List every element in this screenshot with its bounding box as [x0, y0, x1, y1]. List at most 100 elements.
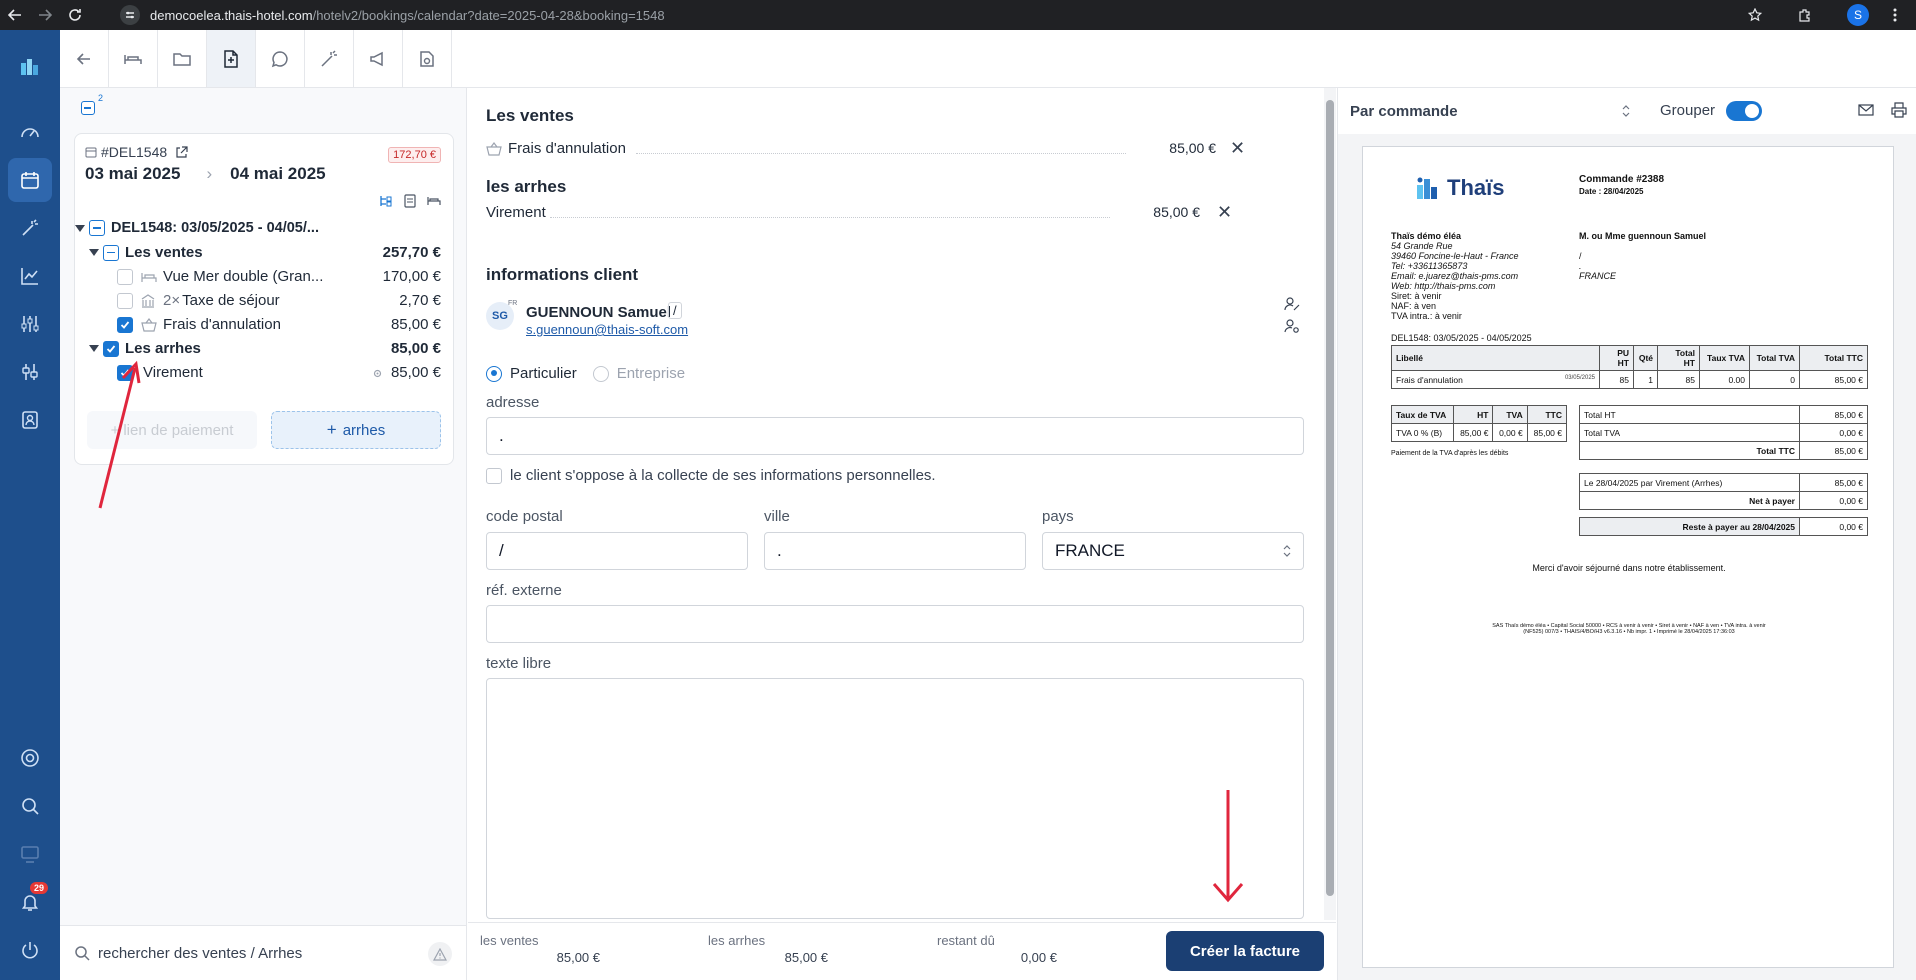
forward-icon[interactable] [30, 0, 60, 30]
privacy-opt-out-checkbox[interactable] [486, 467, 502, 484]
net-value: 0,00 € [1799, 491, 1868, 510]
grouping-mode-select[interactable]: Par commande [1350, 96, 1630, 126]
dashboard-gauge-icon[interactable] [8, 110, 52, 154]
tree-root-row[interactable]: DEL1548: 03/05/2025 - 04/05/... [75, 220, 319, 236]
back-arrow-icon[interactable] [60, 30, 109, 87]
group-toggle[interactable] [1726, 101, 1762, 121]
back-icon[interactable] [0, 0, 30, 30]
row-label: Frais d'annulation [1396, 374, 1463, 385]
create-invoice-button[interactable]: Créer la facture [1166, 931, 1324, 971]
sale-item-checkbox[interactable] [117, 268, 133, 285]
radio-individual[interactable] [486, 365, 502, 382]
privacy-opt-out-row[interactable]: le client s'oppose à la collecte de ses … [486, 467, 936, 484]
sale-item-checkbox[interactable] [117, 292, 133, 309]
client-email[interactable]: s.guennoun@thais-soft.com [526, 322, 688, 337]
city-input[interactable]: . [764, 532, 1026, 570]
site-info-icon[interactable] [120, 5, 140, 25]
group-deposits-row[interactable]: Les arrhes [89, 340, 201, 357]
row-total-ht: 85 [1657, 370, 1700, 389]
client-line [1579, 241, 1706, 251]
profile-initial: S [1847, 4, 1869, 26]
external-link-icon[interactable] [175, 145, 188, 159]
group-sales-checkbox[interactable] [103, 244, 119, 261]
sliders-icon[interactable] [8, 302, 52, 346]
print-icon[interactable] [1891, 102, 1907, 118]
address-input[interactable]: . [486, 417, 1304, 455]
warning-icon[interactable] [428, 942, 452, 966]
external-ref-input[interactable] [486, 605, 1304, 643]
contacts-book-icon[interactable] [8, 398, 52, 442]
chat-bubble-icon[interactable] [256, 30, 305, 87]
tree-view-icon[interactable] [379, 194, 393, 208]
collapse-all-toggle[interactable] [81, 101, 95, 115]
net-label: Net à payer [1579, 491, 1800, 510]
sales-line: Frais d'annulation [486, 140, 626, 157]
add-deposit-button[interactable]: + arrhes [271, 411, 441, 449]
user-search-icon[interactable] [1284, 318, 1300, 334]
invoice-logo: Thaïs [1415, 175, 1504, 201]
remove-deposit-close-icon[interactable]: ✕ [1217, 202, 1232, 223]
settings-sliders-icon[interactable] [8, 350, 52, 394]
line-chart-icon[interactable] [8, 254, 52, 298]
client-name[interactable]: GUENNOUN Samuel [526, 304, 671, 321]
folder-icon[interactable] [158, 30, 207, 87]
radio-company[interactable] [592, 365, 609, 382]
app-logo-icon[interactable] [8, 44, 52, 88]
sale-item-cancellation[interactable]: Frais d'annulation [117, 316, 281, 333]
country-select[interactable]: FRANCE [1042, 532, 1304, 570]
group-deposits-checkbox[interactable] [103, 340, 119, 357]
table-header: Total TVA [1749, 345, 1800, 371]
screen-icon[interactable] [8, 832, 52, 876]
form-scrollbar-thumb[interactable] [1326, 100, 1334, 896]
client-edit-slash[interactable]: / [668, 302, 682, 319]
document-settings-icon[interactable] [403, 30, 452, 87]
profile-avatar[interactable]: S [1843, 0, 1873, 30]
tree-root-checkbox[interactable] [89, 220, 105, 236]
radio-company-label: Entreprise [616, 365, 686, 382]
calendar-icon[interactable] [8, 158, 52, 202]
email-icon[interactable] [1858, 103, 1874, 117]
bed-icon [141, 272, 157, 282]
selection-count: 2 [98, 93, 104, 103]
bed-icon[interactable] [109, 30, 158, 87]
reload-icon[interactable] [60, 0, 90, 30]
total-label: Total TTC [1579, 441, 1800, 460]
browser-menu-icon[interactable] [1880, 0, 1910, 30]
address-bar[interactable]: democoelea.thais-hotel.com/hotelv2/booki… [120, 3, 1780, 27]
group-sales-row[interactable]: Les ventes [89, 244, 203, 261]
sale-item-room[interactable]: Vue Mer double (Gran... [117, 268, 323, 285]
address-label: adresse [486, 394, 540, 411]
notifications-bell-icon[interactable]: 29 [8, 880, 52, 924]
vat-cell: 85,00 € [1453, 423, 1494, 442]
browser-bar: democoelea.thais-hotel.com/hotelv2/booki… [0, 0, 1916, 30]
bookmark-star-icon[interactable] [1740, 0, 1770, 30]
magic-wand-tool-icon[interactable] [305, 30, 354, 87]
magic-wand-icon[interactable] [8, 206, 52, 250]
sales-search-bar[interactable]: rechercher des ventes / Arrhes [60, 925, 466, 980]
booking-ref[interactable]: #DEL1548 [101, 144, 167, 160]
postal-code-input[interactable]: / [486, 532, 748, 570]
help-lifebuoy-icon[interactable] [8, 736, 52, 780]
sale-item-checkbox[interactable] [117, 316, 133, 333]
form-scrollbar[interactable] [1324, 88, 1336, 920]
expand-caret-icon[interactable] [89, 345, 99, 352]
add-deposit-label: arrhes [342, 421, 386, 439]
bed-view-icon[interactable] [427, 194, 441, 208]
sale-item-tax[interactable]: 2× Taxe de séjour [117, 292, 280, 309]
power-icon[interactable] [8, 928, 52, 972]
select-chevrons-icon [1622, 105, 1630, 117]
hotel-line: TVA intra.: à venir [1391, 311, 1462, 321]
invoice-file-icon[interactable] [207, 30, 256, 87]
free-text-textarea[interactable] [486, 678, 1304, 919]
remove-sale-close-icon[interactable]: ✕ [1230, 138, 1245, 159]
expand-caret-icon[interactable] [75, 224, 85, 232]
sales-tree-panel: 2 #DEL1548 172,70 € 03 mai 2025 › 04 mai… [60, 88, 467, 980]
megaphone-icon[interactable] [354, 30, 403, 87]
expand-caret-icon[interactable] [89, 249, 99, 256]
vat-cell: 85,00 € [1526, 423, 1568, 442]
list-view-icon[interactable] [403, 194, 417, 208]
search-icon[interactable] [8, 784, 52, 828]
extensions-icon[interactable] [1790, 0, 1820, 30]
user-edit-icon[interactable] [1284, 296, 1300, 312]
vat-header: HT [1453, 405, 1494, 424]
